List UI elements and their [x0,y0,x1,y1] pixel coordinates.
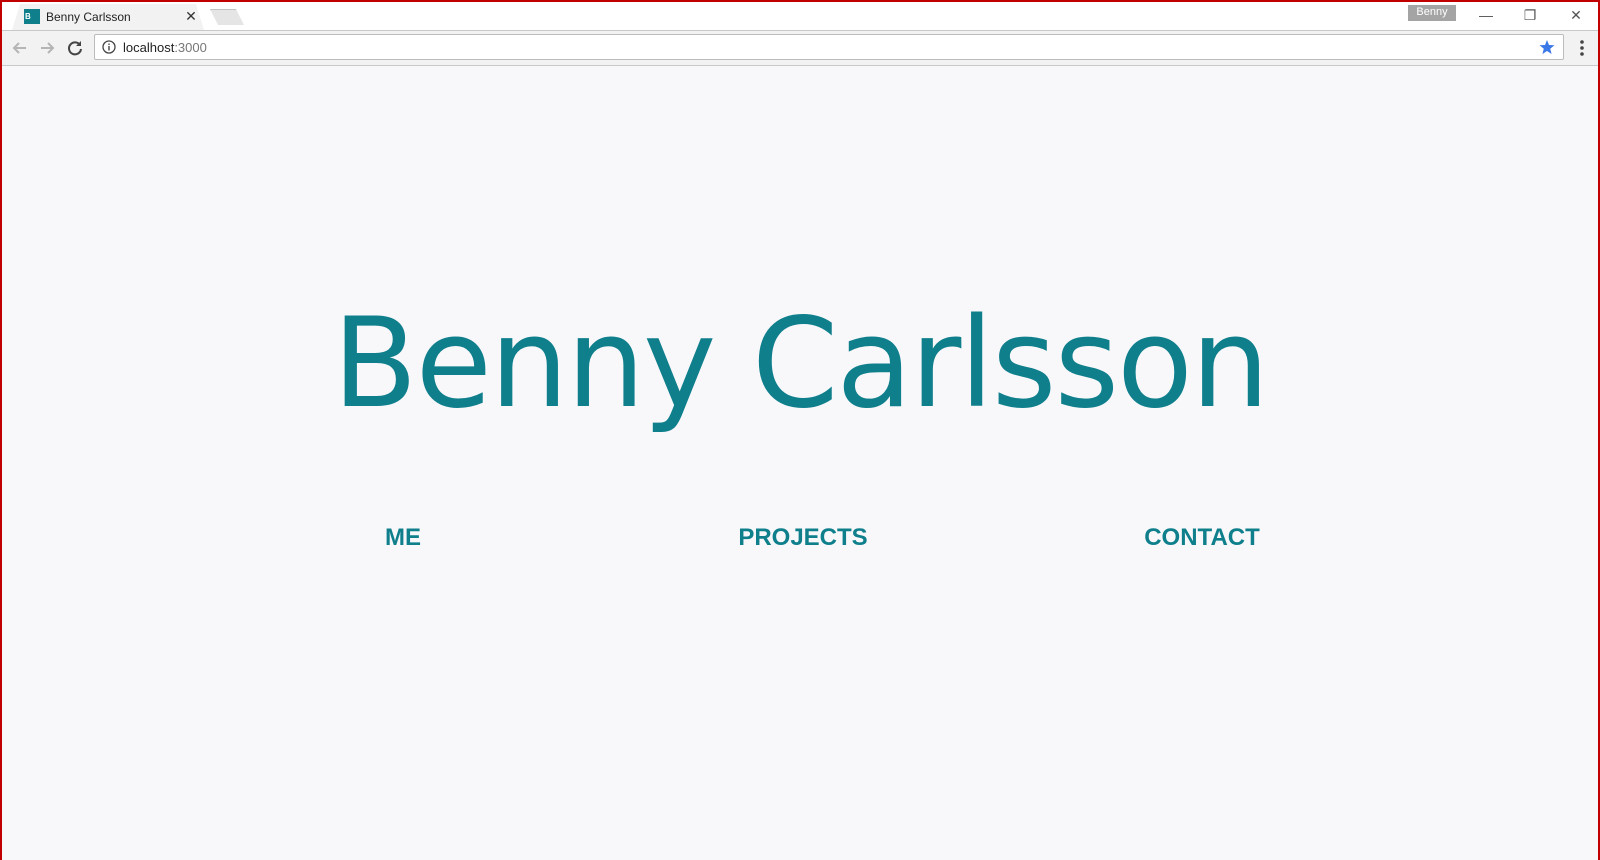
url-text[interactable]: localhost:3000 [123,40,207,55]
reload-icon [68,41,82,56]
back-button[interactable] [9,37,31,59]
url-port: :3000 [174,40,207,55]
browser-window: B Benny Carlsson ✕ Benny — ❐ ✕ localhost… [0,0,1600,860]
address-bar[interactable]: localhost:3000 [94,34,1564,60]
reload-button[interactable] [64,37,86,59]
info-icon[interactable] [102,40,116,54]
tab-strip: B Benny Carlsson ✕ Benny — ❐ ✕ [2,2,1598,30]
nav-link-me[interactable]: ME [385,524,421,552]
star-icon[interactable] [1539,39,1555,55]
new-tab-button[interactable] [210,9,244,25]
page-title: Benny Carlsson [332,292,1270,436]
nav-link-contact[interactable]: CONTACT [1144,524,1260,552]
tab-active[interactable]: B Benny Carlsson ✕ [12,4,204,30]
tab-title: Benny Carlsson [46,10,131,24]
url-host: localhost [123,40,175,55]
browser-toolbar: localhost:3000 [2,31,1598,66]
minimize-button[interactable]: — [1472,4,1500,26]
profile-button[interactable]: Benny [1408,5,1456,21]
forward-arrow-icon [41,42,55,54]
back-arrow-icon [12,42,26,54]
kebab-menu-icon[interactable] [1576,38,1588,58]
tab-close-icon[interactable]: ✕ [183,8,199,24]
site-favicon-icon: B [24,9,40,24]
close-window-button[interactable]: ✕ [1562,4,1590,26]
page-viewport: Benny Carlsson ME PROJECTS CONTACT [2,66,1598,860]
nav-link-projects[interactable]: PROJECTS [738,524,867,552]
restore-button[interactable]: ❐ [1516,4,1544,26]
forward-button[interactable] [36,37,58,59]
